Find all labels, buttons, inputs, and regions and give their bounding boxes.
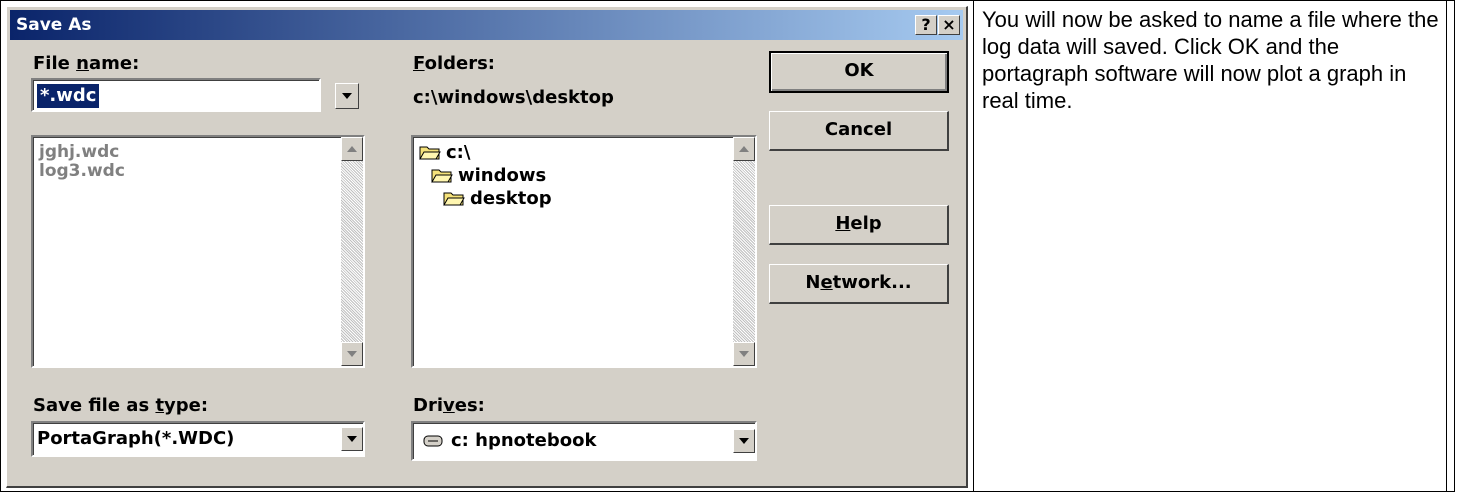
cancel-button[interactable]: Cancel bbox=[769, 111, 949, 151]
open-folder-icon bbox=[443, 190, 465, 206]
chevron-down-icon bbox=[342, 93, 352, 99]
open-folder-icon bbox=[419, 144, 441, 160]
file-name-label: File name: bbox=[33, 53, 140, 74]
folder-item[interactable]: c:\ bbox=[419, 142, 470, 163]
save-type-value: PortaGraph(*.WDC) bbox=[37, 428, 235, 449]
file-list[interactable]: jghj.wdc log3.wdc bbox=[31, 135, 365, 368]
save-type-dropdown-button[interactable] bbox=[341, 427, 363, 451]
help-title-button[interactable]: ? bbox=[915, 15, 937, 35]
file-list-scroll-up[interactable] bbox=[341, 137, 363, 161]
instruction-text: You will now be asked to name a file whe… bbox=[982, 7, 1439, 113]
chevron-down-icon bbox=[739, 351, 749, 357]
file-name-value: *.wdc bbox=[37, 84, 100, 108]
chevron-down-icon bbox=[739, 438, 749, 444]
help-button[interactable]: Help bbox=[769, 205, 949, 245]
hard-drive-icon bbox=[423, 433, 443, 452]
file-list-scrollbar[interactable] bbox=[341, 161, 363, 342]
drives-dropdown-button[interactable] bbox=[733, 429, 755, 453]
folder-tree[interactable]: c:\ windows desktop bbox=[411, 135, 757, 368]
dialog-title: Save As bbox=[16, 15, 92, 35]
folder-tree-scroll-up[interactable] bbox=[733, 137, 755, 161]
list-item[interactable]: jghj.wdc bbox=[39, 142, 119, 162]
folder-item[interactable]: desktop bbox=[443, 188, 552, 209]
chevron-up-icon bbox=[739, 146, 749, 152]
close-button[interactable]: × bbox=[938, 15, 960, 35]
list-item[interactable]: log3.wdc bbox=[39, 161, 125, 181]
drives-value: c: hpnotebook bbox=[451, 430, 597, 451]
open-folder-icon bbox=[431, 167, 453, 183]
file-name-dropdown-button[interactable] bbox=[335, 83, 359, 109]
file-name-input[interactable]: *.wdc bbox=[31, 78, 321, 112]
save-type-select[interactable]: PortaGraph(*.WDC) bbox=[31, 421, 365, 457]
folders-label: Folders: bbox=[413, 53, 495, 74]
current-folder-path: c:\windows\desktop bbox=[413, 87, 614, 108]
chevron-down-icon bbox=[347, 436, 357, 442]
save-as-dialog: Save As ? × File name: *.wdc jghj.wdc lo… bbox=[6, 6, 968, 488]
chevron-up-icon bbox=[347, 146, 357, 152]
table-right-border bbox=[1446, 0, 1447, 492]
drives-label: Drives: bbox=[413, 395, 485, 416]
chevron-down-icon bbox=[347, 351, 357, 357]
network-button[interactable]: Network... bbox=[769, 264, 949, 304]
table-divider bbox=[973, 0, 974, 492]
title-bar: Save As ? × bbox=[10, 10, 963, 40]
file-list-scroll-down[interactable] bbox=[341, 342, 363, 366]
drives-select[interactable]: c: hpnotebook bbox=[411, 421, 757, 461]
ok-button[interactable]: OK bbox=[769, 51, 949, 93]
folder-tree-scrollbar[interactable] bbox=[733, 161, 755, 342]
folder-item[interactable]: windows bbox=[431, 165, 546, 186]
save-type-label: Save file as type: bbox=[33, 395, 209, 416]
folder-tree-scroll-down[interactable] bbox=[733, 342, 755, 366]
